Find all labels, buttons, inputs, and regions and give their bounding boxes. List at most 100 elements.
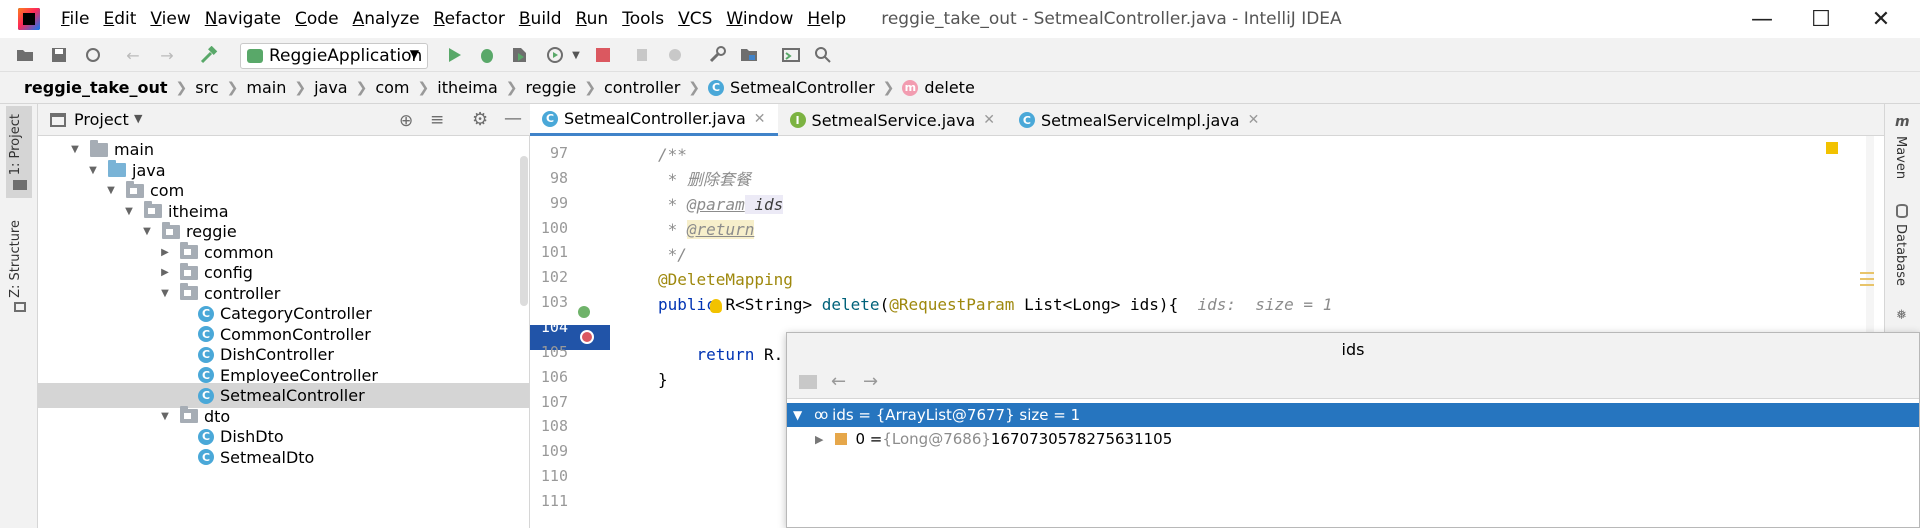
coverage-icon[interactable]: [508, 44, 530, 66]
project-panel-title[interactable]: Project: [74, 110, 129, 129]
window-title: reggie_take_out - SetmealController.java…: [881, 9, 1342, 29]
inspection-warning-icon[interactable]: [1826, 142, 1838, 154]
chevron-down-icon[interactable]: ▼: [158, 411, 172, 422]
tool-tab-project[interactable]: 1: Project: [8, 114, 23, 175]
chevron-right-icon[interactable]: ▶: [158, 247, 172, 258]
debug-variable-row[interactable]: ▶ 0 = {Long@7686} 1670730578275631105: [787, 427, 1919, 451]
open-folder-icon[interactable]: [14, 44, 36, 66]
left-tool-strip: 1: Project Z: Structure: [0, 104, 38, 528]
code-line-106: }: [658, 370, 668, 389]
tree-item[interactable]: C SetmealDto: [38, 445, 529, 470]
chevron-right-icon[interactable]: ▶: [815, 433, 823, 446]
forward-icon[interactable]: →: [156, 44, 178, 66]
attach-debugger-icon[interactable]: [632, 44, 654, 66]
back-icon[interactable]: ←: [831, 371, 846, 392]
class-icon: C: [198, 387, 214, 404]
run-config-label: ReggieApplication: [269, 46, 423, 66]
terminal-icon[interactable]: [780, 44, 802, 66]
class-icon: C: [542, 110, 558, 127]
sync-icon[interactable]: [82, 44, 104, 66]
bean-validation-icon[interactable]: ❅: [1896, 308, 1907, 323]
popup-folder-icon[interactable]: [799, 375, 817, 389]
tree-scrollbar[interactable]: [520, 156, 528, 306]
chevron-down-icon[interactable]: ▼: [68, 144, 82, 155]
close-icon[interactable]: ✕: [754, 111, 766, 127]
close-icon[interactable]: ✕: [1248, 112, 1260, 128]
menu-item-navigate[interactable]: Navigate: [198, 9, 288, 29]
run-configuration-select[interactable]: ReggieApplication ▼: [240, 43, 428, 69]
breakpoint-icon[interactable]: [580, 330, 594, 344]
line-number: 101: [540, 243, 568, 262]
chevron-down-icon[interactable]: ▼: [140, 226, 154, 237]
debug-icon[interactable]: [476, 44, 498, 66]
breadcrumb-item[interactable]: com: [375, 78, 409, 97]
line-number: 102: [540, 268, 568, 287]
chevron-down-icon[interactable]: ▼: [86, 165, 100, 176]
breadcrumb-item[interactable]: reggie: [526, 78, 577, 97]
breadcrumb-item[interactable]: itheima: [437, 78, 498, 97]
collapse-all-icon[interactable]: ≡: [430, 110, 444, 130]
breadcrumb-item[interactable]: controller: [604, 78, 680, 97]
breadcrumb-item[interactable]: delete: [924, 78, 974, 97]
tool-tab-database[interactable]: Database: [1893, 224, 1908, 286]
debug-variable-row-selected[interactable]: ▼ oo ids = {ArrayList@7677} size = 1: [787, 403, 1919, 427]
chevron-right-icon[interactable]: ▶: [158, 267, 172, 278]
spring-mapping-icon[interactable]: [578, 306, 590, 318]
line-number: 109: [540, 442, 568, 461]
minimize-icon[interactable]: —: [1733, 0, 1791, 38]
tool-tab-structure[interactable]: Z: Structure: [8, 220, 23, 298]
close-icon[interactable]: ✕: [983, 112, 995, 128]
package-icon: [180, 242, 198, 259]
menu-item-view[interactable]: View: [143, 9, 197, 29]
forward-icon[interactable]: →: [863, 371, 878, 392]
menu-item-vcs[interactable]: VCS: [671, 9, 719, 29]
breadcrumb-item[interactable]: reggie_take_out: [24, 78, 168, 97]
profile-dropdown-icon[interactable]: ▼: [565, 44, 587, 66]
debug-evaluate-popup[interactable]: ids ← → ▼ oo ids = {ArrayList@7677} size…: [786, 332, 1920, 528]
editor-tab[interactable]: I SetmealService.java ✕: [778, 104, 1007, 136]
menu-item-file[interactable]: File: [54, 9, 96, 29]
menu-item-run[interactable]: Run: [569, 9, 616, 29]
menu-item-help[interactable]: Help: [800, 9, 853, 29]
lightbulb-icon[interactable]: [710, 299, 722, 313]
breadcrumb-item[interactable]: main: [246, 78, 286, 97]
save-icon[interactable]: [48, 44, 70, 66]
chevron-down-icon[interactable]: ▼: [134, 112, 142, 125]
locate-icon[interactable]: ⊕: [399, 111, 413, 131]
tool-tab-maven[interactable]: Maven: [1893, 136, 1908, 179]
project-structure-icon[interactable]: [738, 44, 760, 66]
spring-boot-icon: [247, 49, 263, 63]
chevron-down-icon[interactable]: ▼: [122, 206, 136, 217]
search-icon[interactable]: [812, 44, 834, 66]
menu-item-window[interactable]: Window: [719, 9, 800, 29]
variable-value: 1670730578275631105: [990, 430, 1173, 448]
build-hammer-icon[interactable]: [198, 44, 220, 66]
menu-item-code[interactable]: Code: [288, 9, 346, 29]
class-icon: C: [198, 305, 214, 322]
menu-item-analyze[interactable]: Analyze: [346, 9, 427, 29]
editor-tab[interactable]: C SetmealServiceImpl.java ✕: [1007, 104, 1271, 136]
chevron-down-icon[interactable]: ▼: [793, 408, 802, 422]
menu-item-edit[interactable]: Edit: [96, 9, 143, 29]
gear-icon[interactable]: ⚙: [472, 109, 488, 130]
profile-icon[interactable]: [544, 44, 566, 66]
debug-settings-icon[interactable]: [664, 44, 686, 66]
breadcrumb-item[interactable]: src: [195, 78, 218, 97]
close-icon[interactable]: ✕: [1852, 0, 1910, 38]
breadcrumb-item[interactable]: SetmealController: [730, 78, 875, 97]
editor-tab[interactable]: C SetmealController.java ✕: [530, 104, 778, 136]
menu-item-build[interactable]: Build: [512, 9, 569, 29]
stop-icon[interactable]: [592, 44, 614, 66]
package-icon: [180, 406, 198, 423]
breadcrumb-item[interactable]: java: [314, 78, 348, 97]
back-icon[interactable]: ←: [122, 44, 144, 66]
chevron-down-icon[interactable]: ▼: [104, 185, 118, 196]
menu-item-refactor[interactable]: Refactor: [427, 9, 512, 29]
run-icon[interactable]: [443, 44, 465, 66]
class-icon: C: [198, 449, 214, 465]
maximize-icon[interactable]: ☐: [1792, 0, 1850, 38]
wrench-icon[interactable]: [706, 44, 728, 66]
hide-icon[interactable]: —: [504, 108, 522, 129]
chevron-down-icon[interactable]: ▼: [158, 288, 172, 299]
menu-item-tools[interactable]: Tools: [615, 9, 671, 29]
